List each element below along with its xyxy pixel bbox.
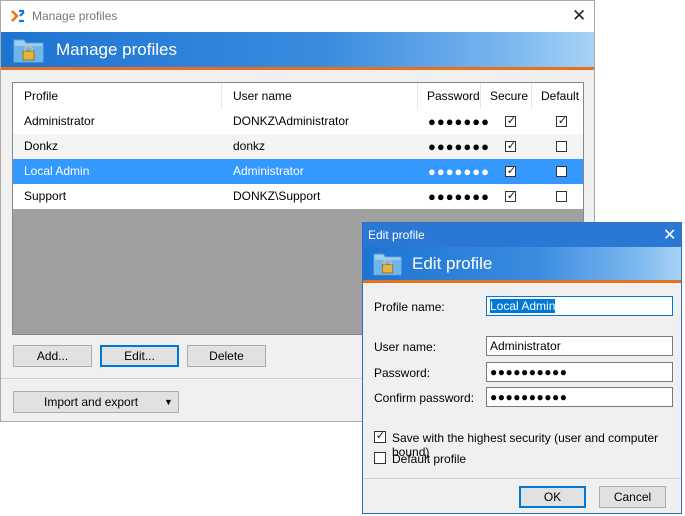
dialog-banner-title: Edit profile	[412, 254, 493, 273]
default-profile-label[interactable]: Default profile	[392, 452, 466, 466]
delete-button[interactable]: Delete	[187, 345, 266, 367]
confirm-password-label: Confirm password:	[374, 391, 475, 405]
column-header-default[interactable]: Default	[532, 83, 583, 109]
edit-button[interactable]: Edit...	[100, 345, 179, 367]
table-header: Profile User name Password Secure Defaul…	[13, 83, 583, 110]
column-header-user-name[interactable]: User name	[222, 83, 418, 109]
profile-cell: Support	[24, 189, 67, 203]
password-cell: ●●●●●●●	[428, 139, 490, 154]
password-cell: ●●●●●●●	[428, 114, 490, 129]
user-name-label: User name:	[374, 340, 437, 354]
secure-checkbox[interactable]: ✓	[505, 140, 516, 152]
default-checkbox[interactable]	[556, 141, 567, 152]
close-icon[interactable]: ✕	[572, 7, 586, 24]
profile-name-value: Local Admin	[490, 299, 556, 313]
secure-checkbox[interactable]: ✓	[374, 430, 386, 443]
confirm-password-field[interactable]: ●●●●●●●●●●	[486, 387, 673, 407]
table-row[interactable]: Administrator DONKZ\Administrator ●●●●●●…	[13, 109, 583, 134]
cancel-button[interactable]: Cancel	[599, 486, 666, 508]
dialog-close-icon[interactable]: ✕	[663, 225, 676, 245]
dialog-divider	[363, 478, 681, 479]
folder-lock-icon	[373, 250, 403, 280]
password-label: Password:	[374, 366, 431, 380]
password-field[interactable]: ●●●●●●●●●●	[486, 362, 673, 382]
profile-cell: Administrator	[24, 114, 95, 128]
title-bar: Manage profiles ✕	[1, 1, 594, 32]
default-checkbox[interactable]: ✓	[556, 115, 567, 127]
import-export-label: Import and export	[44, 395, 139, 409]
dialog-banner: Edit profile	[363, 247, 681, 283]
table-row-selected[interactable]: Local Admin Administrator ●●●●●●● ✓	[13, 159, 583, 184]
default-checkbox[interactable]	[556, 166, 567, 177]
secure-checkbox[interactable]: ✓	[505, 115, 516, 127]
table-row[interactable]: Donkz donkz ●●●●●●● ✓	[13, 134, 583, 159]
column-header-password[interactable]: Password	[418, 83, 481, 109]
default-profile-checkbox[interactable]	[374, 452, 386, 464]
column-header-profile[interactable]: Profile	[13, 83, 222, 109]
header-banner: Manage profiles	[1, 32, 594, 70]
ok-button[interactable]: OK	[519, 486, 586, 508]
import-export-button[interactable]: Import and export ▼	[13, 391, 179, 413]
user-name-cell: DONKZ\Administrator	[233, 114, 350, 128]
password-cell: ●●●●●●●	[428, 189, 490, 204]
dropdown-arrow-icon: ▼	[164, 397, 173, 407]
user-name-cell: Administrator	[233, 164, 304, 178]
profile-name-label: Profile name:	[374, 300, 445, 314]
app-logo-icon	[10, 8, 26, 24]
password-cell: ●●●●●●●	[428, 164, 490, 179]
profile-cell: Local Admin	[24, 164, 90, 178]
profile-name-field[interactable]: Local Admin	[486, 296, 673, 316]
secure-checkbox[interactable]: ✓	[505, 165, 516, 177]
dialog-title: Edit profile	[368, 228, 425, 242]
edit-profile-dialog: Edit profile ✕ Edit profile Profile name…	[362, 222, 682, 514]
column-header-secure[interactable]: Secure	[481, 83, 532, 109]
user-name-field[interactable]: Administrator	[486, 336, 673, 356]
folder-lock-icon	[13, 36, 45, 67]
default-checkbox[interactable]	[556, 191, 567, 202]
window-title: Manage profiles	[32, 9, 118, 23]
dialog-title-bar: Edit profile ✕	[363, 223, 681, 247]
profile-cell: Donkz	[24, 139, 59, 153]
banner-title: Manage profiles	[56, 40, 177, 59]
user-name-cell: DONKZ\Support	[233, 189, 321, 203]
secure-checkbox[interactable]: ✓	[505, 190, 516, 202]
add-button[interactable]: Add...	[13, 345, 92, 367]
user-name-cell: donkz	[233, 139, 266, 153]
table-row[interactable]: Support DONKZ\Support ●●●●●●● ✓	[13, 184, 583, 209]
